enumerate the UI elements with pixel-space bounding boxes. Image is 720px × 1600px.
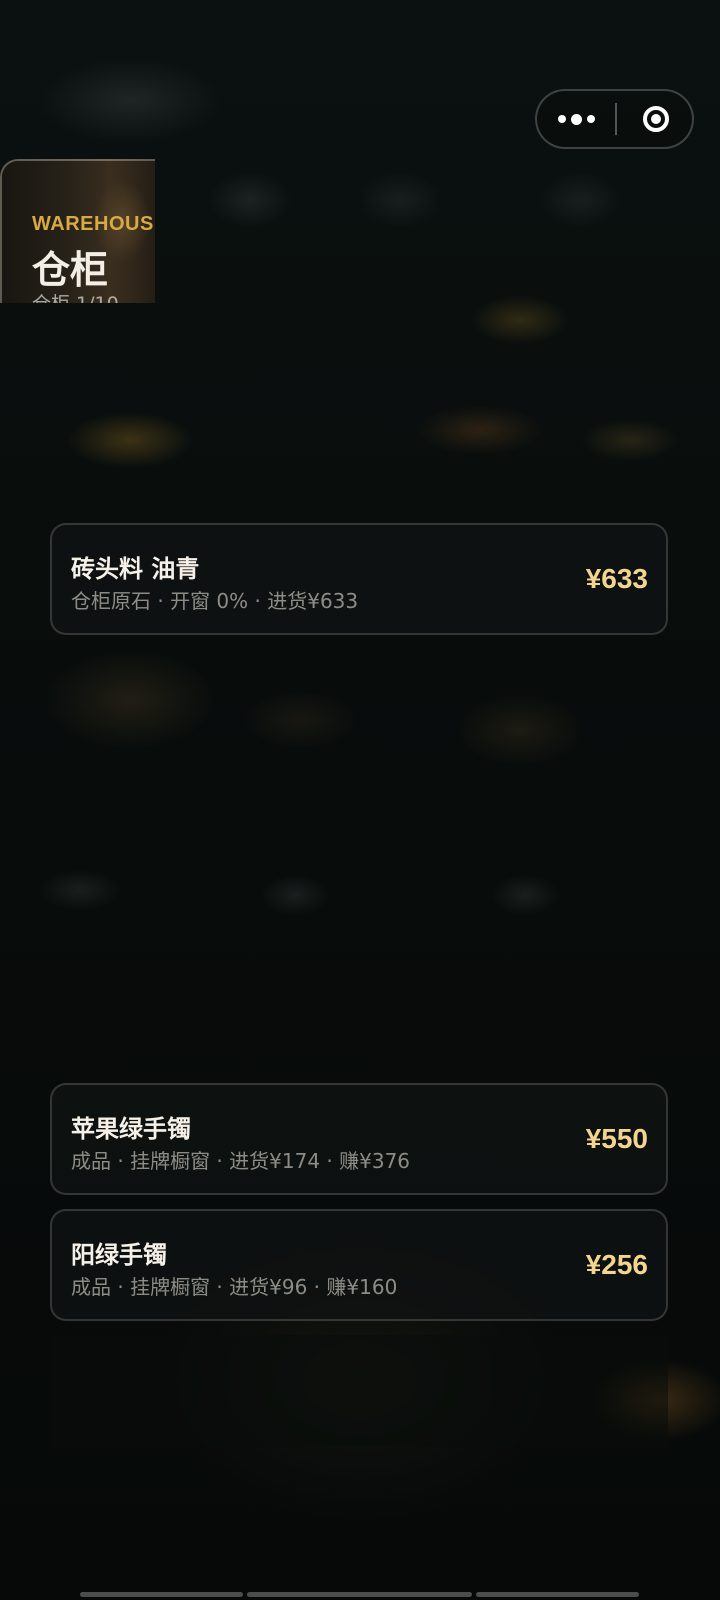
item-price: ¥633 [585, 563, 648, 594]
capsule-menu [535, 89, 694, 149]
item-card[interactable]: 砖头料 油青 仓柜原石 · 开窗 0% · 进货¥633 ¥633 [50, 523, 668, 635]
item-card[interactable]: 苹果绿手镯 成品 · 挂牌橱窗 · 进货¥174 · 赚¥376 ¥550 [50, 1083, 668, 1195]
home-indicator-segment [247, 1592, 472, 1597]
item-name: 苹果绿手镯 [71, 1115, 191, 1143]
warehouse-banner[interactable]: WAREHOUSE 仓柜 仓柜 1/10 [0, 159, 155, 303]
dot [558, 115, 566, 123]
dot [587, 115, 595, 123]
warehouse-label-en: WAREHOUSE [32, 213, 155, 235]
home-indicator-segment [80, 1592, 243, 1597]
dot [571, 113, 582, 125]
blurred-panel [50, 1335, 668, 1447]
close-ring-core [650, 114, 661, 124]
item-meta: 成品 · 挂牌橱窗 · 进货¥96 · 赚¥160 [71, 1275, 398, 1299]
close-ring [642, 106, 669, 132]
item-price: ¥550 [585, 1123, 648, 1154]
item-name: 阳绿手镯 [71, 1241, 167, 1269]
item-name: 砖头料 油青 [71, 555, 200, 583]
more-dots-icon[interactable] [537, 91, 616, 147]
item-card[interactable]: 阳绿手镯 成品 · 挂牌橱窗 · 进货¥96 · 赚¥160 ¥256 [50, 1209, 668, 1321]
warehouse-subtitle: 仓柜 1/10 [32, 289, 119, 303]
item-meta: 成品 · 挂牌橱窗 · 进货¥174 · 赚¥376 [71, 1149, 411, 1173]
target-circle-icon[interactable] [617, 91, 694, 147]
item-price: ¥256 [585, 1249, 648, 1280]
home-indicator-segment [476, 1592, 639, 1597]
warehouse-title: 仓柜 [32, 248, 109, 292]
screen: WAREHOUSE 仓柜 仓柜 1/10 砖头料 油青 仓柜原石 · 开窗 0%… [0, 0, 720, 1600]
item-meta: 仓柜原石 · 开窗 0% · 进货¥633 [71, 589, 359, 613]
